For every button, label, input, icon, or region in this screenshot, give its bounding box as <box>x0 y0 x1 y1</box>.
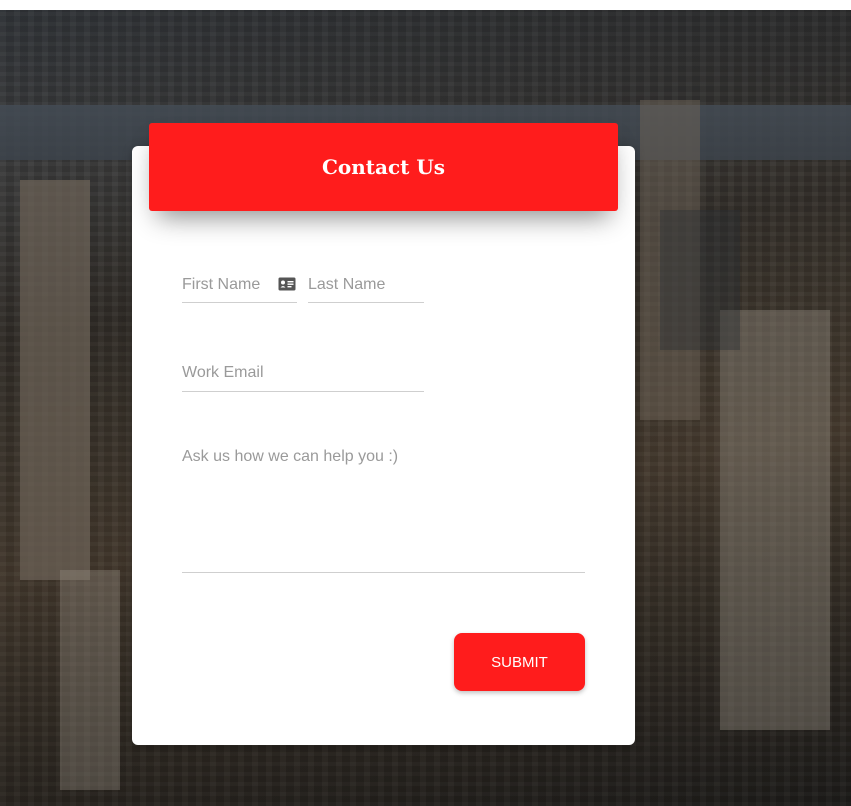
building <box>60 570 120 790</box>
form-title: Contact Us <box>321 155 446 179</box>
building <box>660 210 740 350</box>
form-header: Contact Us <box>149 123 618 211</box>
building <box>720 310 830 730</box>
message-textarea[interactable] <box>182 442 585 573</box>
building <box>20 180 90 580</box>
work-email-input[interactable] <box>182 355 424 392</box>
submit-button[interactable]: SUBMIT <box>454 633 585 691</box>
id-card-icon <box>278 277 296 291</box>
last-name-input[interactable] <box>308 267 424 303</box>
